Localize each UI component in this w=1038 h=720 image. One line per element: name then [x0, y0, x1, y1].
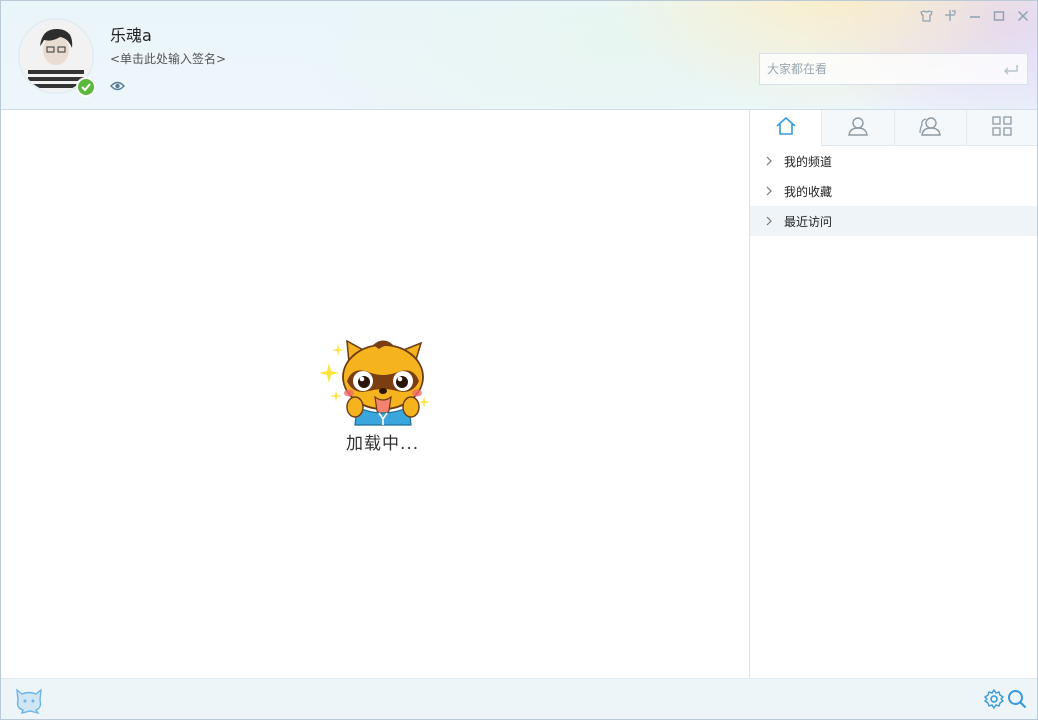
- nav-item-label: 我的收藏: [784, 184, 833, 199]
- footer: [1, 678, 1037, 719]
- enter-icon[interactable]: [1003, 62, 1019, 81]
- tab-apps[interactable]: [967, 110, 1037, 145]
- app-window: 乐魂a <单击此处输入签名> 大家都在看 加载中... 我的频道 我的收藏 最近…: [0, 0, 1038, 720]
- signature-field[interactable]: <单击此处输入签名>: [110, 50, 226, 67]
- home-icon: [775, 116, 797, 140]
- main-content: 加载中...: [1, 110, 749, 678]
- nav-item-my-favorites[interactable]: 我的收藏: [750, 176, 1037, 206]
- friends-icon: [919, 116, 941, 140]
- minimize-icon[interactable]: [966, 7, 983, 24]
- search-icon[interactable]: [1007, 689, 1027, 713]
- header: 乐魂a <单击此处输入签名>: [1, 1, 1037, 110]
- maximize-icon[interactable]: [990, 7, 1007, 24]
- tab-home[interactable]: [750, 110, 823, 146]
- pin-icon[interactable]: [942, 7, 959, 24]
- skin-icon[interactable]: [918, 7, 935, 24]
- tab-person[interactable]: [822, 110, 895, 145]
- grid-icon: [992, 115, 1013, 140]
- settings-gear-icon[interactable]: [983, 688, 1005, 713]
- search-input[interactable]: [760, 54, 990, 84]
- window-controls: [918, 7, 1031, 24]
- search-box: [759, 53, 1028, 85]
- nav-item-label: 我的频道: [784, 154, 833, 169]
- person-icon: [848, 116, 868, 140]
- app-logo-icon[interactable]: [14, 686, 44, 718]
- username: 乐魂a: [110, 26, 152, 45]
- nav-item-my-channels[interactable]: 我的频道: [750, 146, 1037, 176]
- side-tabs: [750, 110, 1037, 146]
- nav-list: 我的频道 我的收藏 最近访问: [750, 146, 1037, 236]
- chevron-right-icon: [766, 186, 778, 196]
- online-status-icon: [76, 77, 96, 97]
- nav-item-label: 最近访问: [784, 214, 833, 229]
- chevron-right-icon: [766, 216, 778, 226]
- close-icon[interactable]: [1014, 7, 1031, 24]
- eye-icon[interactable]: [110, 77, 125, 96]
- side-panel: 我的频道 我的收藏 最近访问: [749, 110, 1037, 678]
- chevron-right-icon: [766, 156, 778, 166]
- tab-friends[interactable]: [895, 110, 967, 145]
- nav-item-recent[interactable]: 最近访问: [750, 206, 1037, 236]
- loading-text: 加载中...: [346, 434, 420, 454]
